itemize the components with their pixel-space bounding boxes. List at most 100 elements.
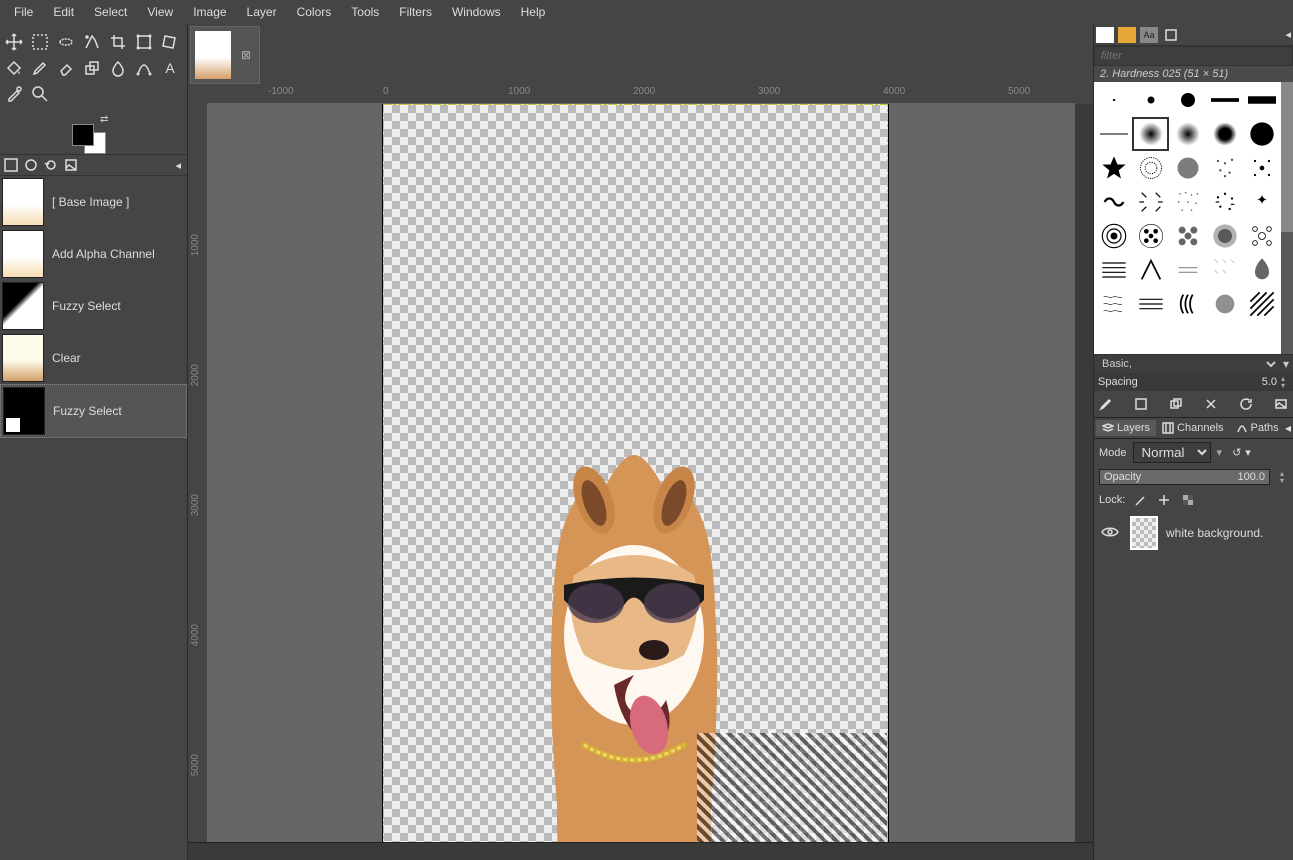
history-item[interactable]: Fuzzy Select [0, 280, 187, 332]
zoom-tool-icon[interactable] [28, 82, 52, 106]
open-brush-as-image-icon[interactable] [1271, 395, 1291, 413]
right-dock-tabs-upper: Aa ◂ [1094, 24, 1293, 46]
ruler-vertical[interactable]: 10002000300040005000 [188, 104, 208, 842]
rect-select-tool-icon[interactable] [28, 30, 52, 54]
undo-history-tab-icon[interactable] [42, 156, 60, 174]
menu-tools[interactable]: Tools [341, 1, 389, 23]
close-tab-icon[interactable]: ⊠ [237, 46, 255, 64]
device-status-tab-icon[interactable] [22, 156, 40, 174]
channels-tab[interactable]: Channels [1156, 420, 1229, 436]
fuzzy-select-tool-icon[interactable] [80, 30, 104, 54]
left-dock-config-icon[interactable]: ◂ [171, 159, 185, 172]
brush-grid[interactable]: ✦ [1094, 82, 1281, 354]
menu-image[interactable]: Image [183, 1, 236, 23]
layer-mode-label: Mode [1099, 447, 1127, 459]
document-history-tab-icon[interactable] [1162, 27, 1180, 43]
smudge-tool-icon[interactable] [106, 56, 130, 80]
history-item[interactable]: [ Base Image ] [0, 176, 187, 228]
duplicate-brush-icon[interactable] [1166, 395, 1186, 413]
warp-tool-icon[interactable] [158, 30, 182, 54]
layer-opacity-value: 100.0 [1237, 471, 1269, 483]
lock-alpha-icon[interactable] [1179, 491, 1197, 509]
bucket-fill-tool-icon[interactable] [2, 56, 26, 80]
image-tab-bar: ⊠ [188, 24, 1093, 84]
layer-opacity-spinner[interactable]: ▴▾ [1276, 470, 1288, 484]
brushes-tab-icon[interactable] [1096, 27, 1114, 43]
paths-tab[interactable]: Paths [1230, 420, 1285, 436]
tool-options-tab-icon[interactable] [2, 156, 20, 174]
layer-thumbnail[interactable] [1130, 516, 1158, 550]
paintbrush-tool-icon[interactable] [28, 56, 52, 80]
brush-spacing-value[interactable]: 5.0 [1262, 376, 1277, 388]
history-item[interactable]: Add Alpha Channel [0, 228, 187, 280]
crop-tool-icon[interactable] [106, 30, 130, 54]
layer-mode-switch-icon[interactable]: ▾ [1245, 446, 1251, 459]
ruler-horizontal[interactable]: -1000010002000300040005000 [208, 84, 1075, 104]
fonts-tab-icon[interactable]: Aa [1140, 27, 1158, 43]
swap-colors-icon[interactable]: ⇄ [100, 114, 108, 125]
left-dock-tabs: ◂ [0, 154, 187, 176]
menu-filters[interactable]: Filters [389, 1, 442, 23]
image-canvas[interactable] [383, 104, 888, 842]
canvas-viewport[interactable] [208, 104, 1075, 842]
paths-icon [1236, 422, 1248, 434]
foreground-color-swatch[interactable] [72, 124, 94, 146]
layer-name[interactable]: white background. [1166, 526, 1263, 540]
eraser-tool-icon[interactable] [54, 56, 78, 80]
images-tab-icon[interactable] [62, 156, 80, 174]
menu-colors[interactable]: Colors [287, 1, 342, 23]
history-item[interactable]: Clear [0, 332, 187, 384]
brush-preset-row: Basic, ▾ [1094, 354, 1293, 373]
scrollbar-horizontal[interactable] [188, 842, 1093, 860]
patterns-tab-icon[interactable] [1118, 27, 1136, 43]
color-picker-tool-icon[interactable] [2, 82, 26, 106]
layers-icon [1102, 422, 1114, 434]
move-tool-icon[interactable] [2, 30, 26, 54]
edit-brush-icon[interactable] [1096, 395, 1116, 413]
image-tab[interactable]: ⊠ [190, 26, 260, 84]
history-thumbnail [2, 282, 44, 330]
menu-file[interactable]: File [4, 1, 43, 23]
history-label: Add Alpha Channel [52, 247, 155, 261]
layer-item[interactable]: white background. [1094, 512, 1293, 554]
menu-layer[interactable]: Layer [237, 1, 287, 23]
history-thumbnail [3, 387, 45, 435]
right-panel: Aa ◂ 2. Hardness 025 (51 × 51) [1093, 24, 1293, 860]
history-item[interactable]: Fuzzy Select [0, 384, 187, 438]
lock-pixels-icon[interactable] [1131, 491, 1149, 509]
menu-select[interactable]: Select [84, 1, 137, 23]
menu-windows[interactable]: Windows [442, 1, 511, 23]
brush-preset-select[interactable]: Basic, [1094, 355, 1279, 373]
layer-mode-reset-icon[interactable]: ↺ [1232, 446, 1241, 459]
brush-name-label: 2. Hardness 025 (51 × 51) [1094, 66, 1293, 82]
brush-filter-input[interactable] [1095, 47, 1292, 65]
layer-opacity-slider[interactable]: Opacity 100.0 [1099, 469, 1270, 485]
layer-mode-select[interactable]: Normal [1133, 442, 1211, 463]
brush-filter-row [1094, 46, 1293, 66]
menu-edit[interactable]: Edit [43, 1, 84, 23]
layers-tab[interactable]: Layers [1096, 420, 1156, 436]
new-brush-icon[interactable] [1131, 395, 1151, 413]
brush-grid-scrollbar[interactable] [1281, 82, 1293, 354]
scrollbar-vertical[interactable] [1075, 104, 1093, 842]
transform-tool-icon[interactable] [132, 30, 156, 54]
clone-tool-icon[interactable] [80, 56, 104, 80]
refresh-brushes-icon[interactable] [1236, 395, 1256, 413]
history-thumbnail [2, 230, 44, 278]
layer-visibility-icon[interactable] [1098, 526, 1122, 541]
brush-action-row [1094, 391, 1293, 417]
history-label: Fuzzy Select [53, 404, 122, 418]
free-select-tool-icon[interactable] [54, 30, 78, 54]
menu-view[interactable]: View [137, 1, 183, 23]
path-tool-icon[interactable] [132, 56, 156, 80]
layer-list: white background. [1094, 512, 1293, 860]
menu-help[interactable]: Help [511, 1, 556, 23]
brush-spacing-spinner[interactable]: ▴▾ [1277, 375, 1289, 389]
lock-position-icon[interactable] [1155, 491, 1173, 509]
right-dock-config-lower-icon[interactable]: ◂ [1285, 421, 1291, 435]
text-tool-icon[interactable]: A [158, 56, 182, 80]
channels-icon [1162, 422, 1174, 434]
right-dock-config-upper-icon[interactable]: ◂ [1285, 28, 1291, 41]
layer-opacity-row: Opacity 100.0 ▴▾ [1094, 466, 1293, 488]
delete-brush-icon[interactable] [1201, 395, 1221, 413]
